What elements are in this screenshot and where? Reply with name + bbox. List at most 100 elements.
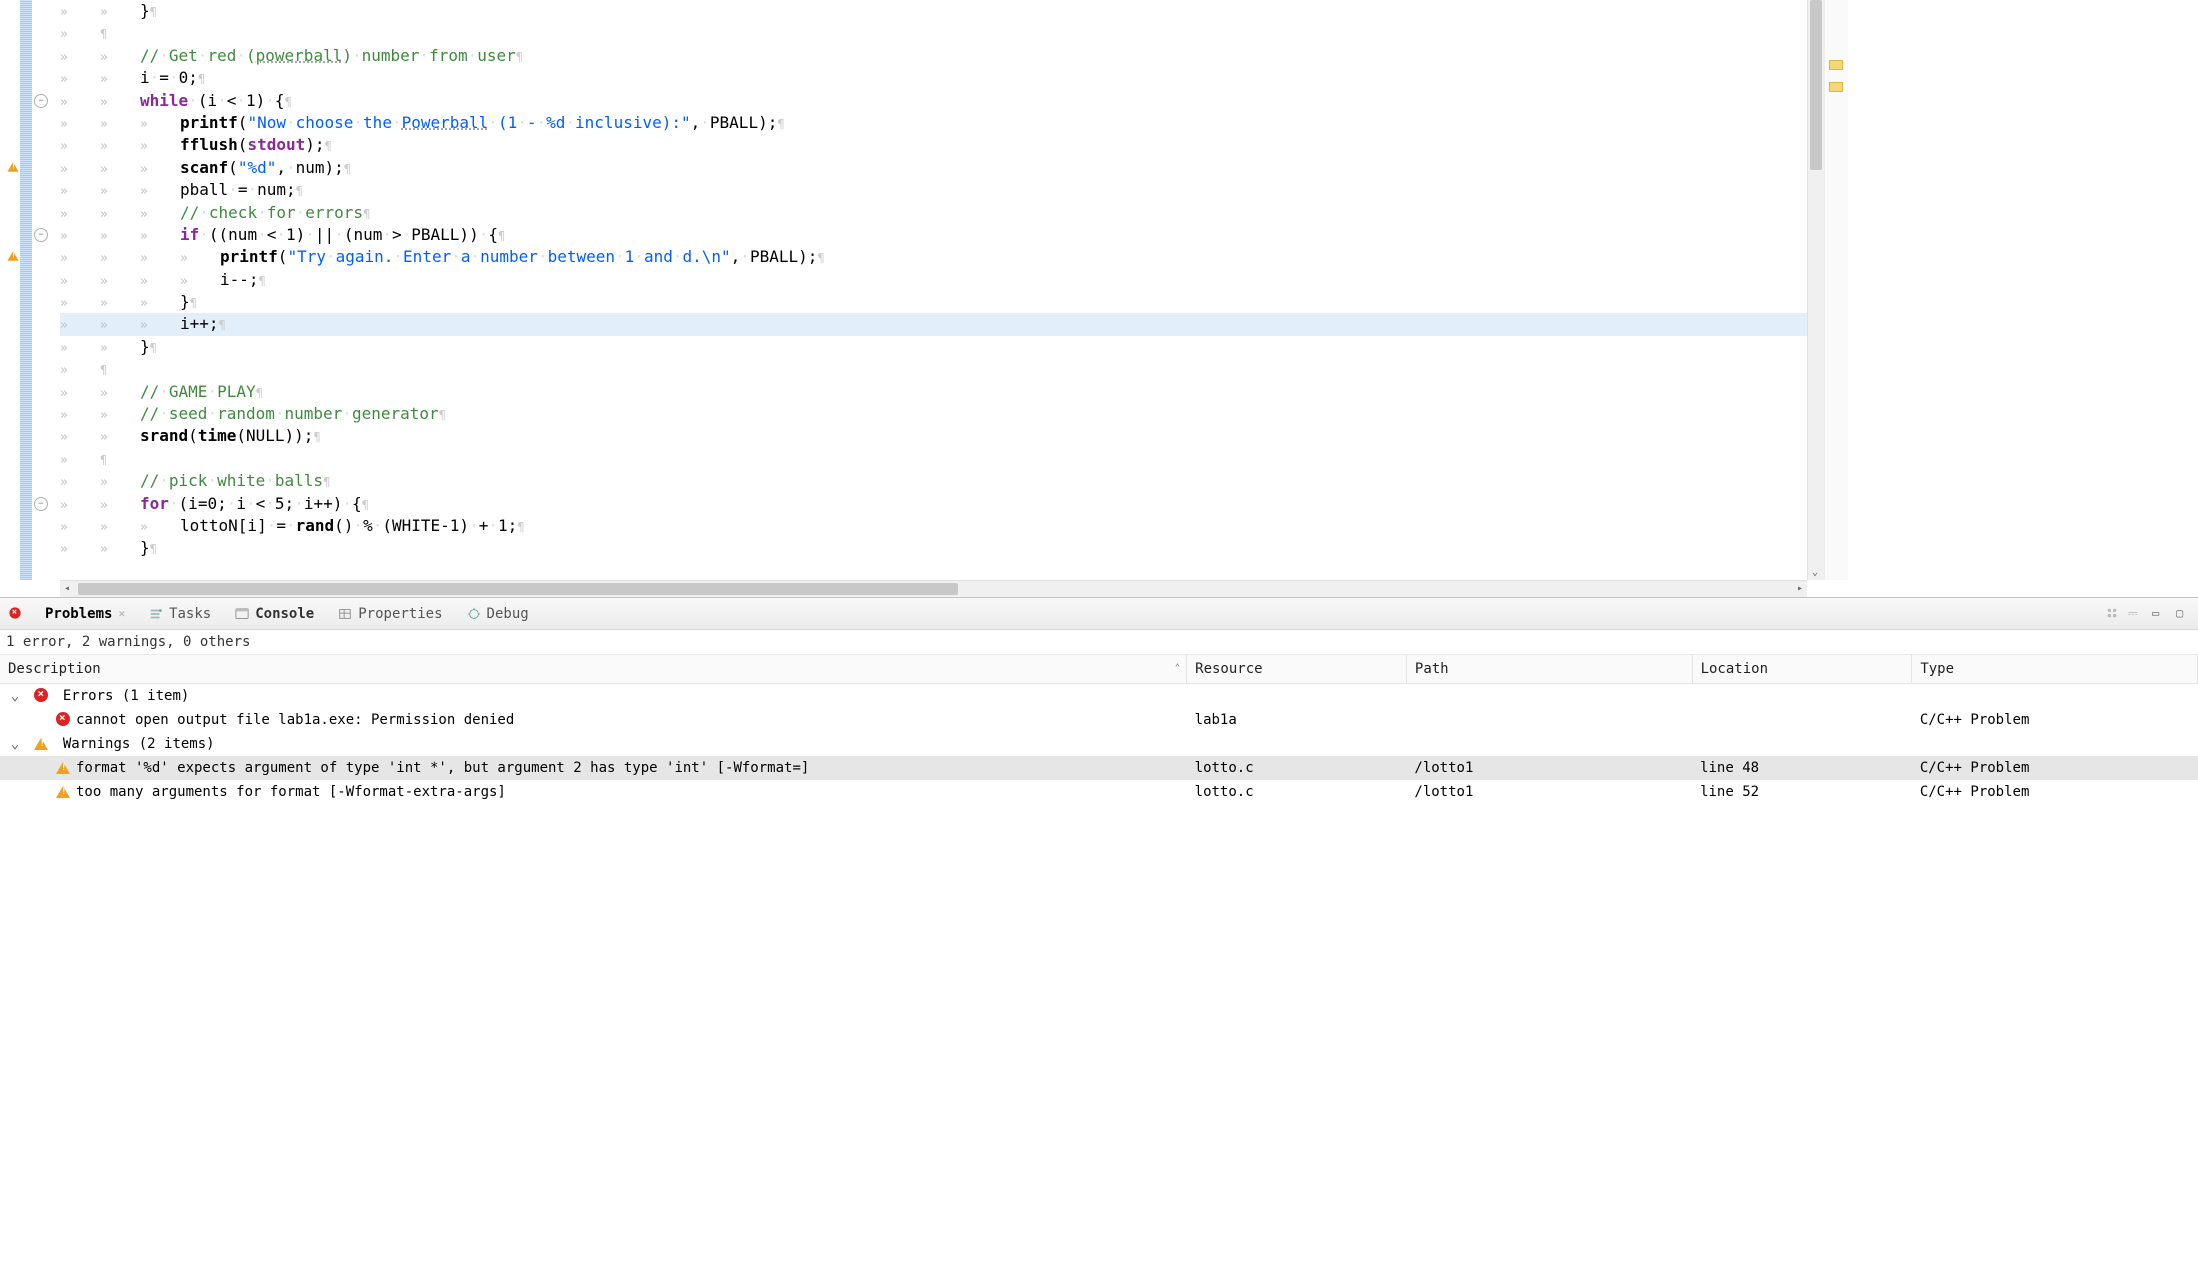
col-resource[interactable]: Resource <box>1187 655 1407 684</box>
fold-toggle-icon[interactable]: − <box>34 497 48 511</box>
code-line[interactable]: »»»»printf("Try·again.·Enter·a·number·be… <box>60 246 1807 268</box>
hscroll-arrow-right-icon[interactable]: ▸ <box>1797 583 1803 594</box>
table-row[interactable]: too many arguments for format [-Wformat-… <box>0 780 2198 804</box>
code-line[interactable]: »»»//·check·for·errors¶ <box>60 202 1807 224</box>
code-line[interactable]: »»»}¶ <box>60 291 1807 313</box>
warning-icon <box>34 738 48 750</box>
tab-tasks-label: Tasks <box>169 606 211 622</box>
code-line[interactable]: »»»if·((num·<·1)·||·(num·>·PBALL))·{¶ <box>60 224 1807 246</box>
col-description[interactable]: Description⌃ <box>0 655 1187 684</box>
problem-resource: lab1a <box>1187 708 1407 732</box>
code-line[interactable]: »»//·Get·red·(powerball)·number·from·use… <box>60 45 1807 67</box>
code-line[interactable]: »»»lottoN[i]·=·rand()·%·(WHITE-1)·+·1;¶ <box>60 515 1807 537</box>
vscroll-thumb[interactable] <box>1810 0 1822 170</box>
problem-type: C/C++ Problem <box>1912 780 2198 804</box>
sort-indicator-icon: ⌃ <box>1175 663 1180 673</box>
chevron-down-icon[interactable]: ⌄ <box>8 736 22 752</box>
code-line[interactable]: »»»i++;¶ <box>60 313 1807 335</box>
maximize-icon[interactable]: ▢ <box>2176 606 2194 622</box>
code-line[interactable]: »¶ <box>60 448 1807 470</box>
hscroll-arrow-left-icon[interactable]: ◂ <box>64 583 70 594</box>
code-line[interactable]: »»for·(i=0;·i·<·5;·i++)·{¶ <box>60 493 1807 515</box>
annotation-gutter <box>0 0 20 580</box>
code-line[interactable]: »»}¶ <box>60 0 1807 22</box>
code-line[interactable]: »»//·GAME·PLAY¶ <box>60 381 1807 403</box>
col-path[interactable]: Path <box>1406 655 1692 684</box>
tab-debug-label: Debug <box>487 606 529 622</box>
code-line[interactable]: »»//·seed·random·number·generator¶ <box>60 403 1807 425</box>
change-indicator-strip <box>20 0 32 580</box>
problems-table: Description⌃ Resource Path Location Type… <box>0 655 2198 864</box>
code-line[interactable]: »¶ <box>60 22 1807 44</box>
overview-warning-marker[interactable] <box>1829 82 1843 92</box>
vertical-scrollbar[interactable]: ⌄ <box>1807 0 1824 580</box>
link-editor-icon[interactable]: ⎓ <box>2128 606 2146 622</box>
code-line[interactable]: »¶ <box>60 358 1807 380</box>
group-warnings[interactable]: ⌄ Warnings (2 items) <box>0 732 2198 756</box>
code-line[interactable]: »»srand(time(NULL));¶ <box>60 425 1807 447</box>
vscroll-arrow-down-icon[interactable]: ⌄ <box>1812 567 1818 578</box>
fold-toggle-icon[interactable]: − <box>34 94 48 108</box>
code-editor: −−− »»}¶»¶»»//·Get·red·(powerball)·numbe… <box>0 0 2198 580</box>
tab-problems-label: Problems <box>45 606 112 622</box>
minimize-icon[interactable]: ▭ <box>2152 606 2170 622</box>
error-icon <box>56 712 70 726</box>
warning-icon <box>56 762 70 774</box>
problems-summary: 1 error, 2 warnings, 0 others <box>0 630 2198 655</box>
fold-toggle-icon[interactable]: − <box>34 228 48 242</box>
problem-description: format '%d' expects argument of type 'in… <box>76 760 809 776</box>
problem-path: /lotto1 <box>1406 756 1692 780</box>
code-line[interactable]: »»»printf("Now·choose·the·Powerball·(1·-… <box>60 112 1807 134</box>
code-line[interactable]: »»//·pick·white·balls¶ <box>60 470 1807 492</box>
debug-icon <box>467 607 481 621</box>
console-icon <box>235 607 249 621</box>
code-line[interactable]: »»}¶ <box>60 537 1807 559</box>
properties-icon <box>338 607 352 621</box>
table-row[interactable]: format '%d' expects argument of type 'in… <box>0 756 2198 780</box>
warning-icon <box>56 786 70 798</box>
tab-properties-label: Properties <box>358 606 442 622</box>
problem-path: /lotto1 <box>1406 780 1692 804</box>
col-location[interactable]: Location <box>1692 655 1912 684</box>
hscroll-thumb[interactable] <box>78 583 958 595</box>
horizontal-scrollbar[interactable]: ◂ ▸ <box>60 580 1807 597</box>
bottom-panel: Problems ✕ Tasks Console Properties De <box>0 597 2198 864</box>
tab-console-label: Console <box>255 606 314 622</box>
problem-type: C/C++ Problem <box>1912 756 2198 780</box>
chevron-down-icon[interactable]: ⌄ <box>8 688 22 704</box>
code-line[interactable]: »»i·=·0;¶ <box>60 67 1807 89</box>
code-line[interactable]: »»while·(i·<·1)·{¶ <box>60 90 1807 112</box>
overview-warning-marker[interactable] <box>1829 60 1843 70</box>
problem-path <box>1406 708 1692 732</box>
code-line[interactable]: »»»pball·=·num;¶ <box>60 179 1807 201</box>
warning-icon[interactable] <box>7 252 18 262</box>
col-type[interactable]: Type <box>1912 655 2198 684</box>
table-header-row: Description⌃ Resource Path Location Type <box>0 655 2198 684</box>
code-line[interactable]: »»»»i--;¶ <box>60 269 1807 291</box>
tab-bar: Problems ✕ Tasks Console Properties De <box>0 598 2198 630</box>
group-warnings-label: Warnings (2 items) <box>63 736 215 752</box>
code-line[interactable]: »»»fflush(stdout);¶ <box>60 134 1807 156</box>
problem-type: C/C++ Problem <box>1912 708 2198 732</box>
tab-debug[interactable]: Debug <box>456 603 540 625</box>
warning-icon[interactable] <box>7 162 18 172</box>
overview-ruler[interactable] <box>1824 0 1848 580</box>
problem-resource: lotto.c <box>1187 756 1407 780</box>
problem-location <box>1692 708 1912 732</box>
tab-problems[interactable]: Problems ✕ <box>34 603 136 625</box>
fold-gutter: − − − <box>20 0 60 580</box>
problem-description: too many arguments for format [-Wformat-… <box>76 784 506 800</box>
code-line[interactable]: »»»scanf("%d",·num);¶ <box>60 157 1807 179</box>
error-icon <box>34 688 48 702</box>
tab-console[interactable]: Console <box>224 603 325 625</box>
right-empty-pane <box>1848 0 2198 580</box>
table-row[interactable]: cannot open output file lab1a.exe: Permi… <box>0 708 2198 732</box>
group-errors-label: Errors (1 item) <box>63 688 189 704</box>
tab-tasks[interactable]: Tasks <box>138 603 222 625</box>
group-errors[interactable]: ⌄ Errors (1 item) <box>0 684 2198 709</box>
tab-properties[interactable]: Properties <box>327 603 453 625</box>
close-icon[interactable]: ✕ <box>118 607 125 620</box>
code-pane[interactable]: »»}¶»¶»»//·Get·red·(powerball)·number·fr… <box>60 0 1807 580</box>
code-line[interactable]: »»}¶ <box>60 336 1807 358</box>
view-menu-icon[interactable] <box>2104 606 2122 622</box>
